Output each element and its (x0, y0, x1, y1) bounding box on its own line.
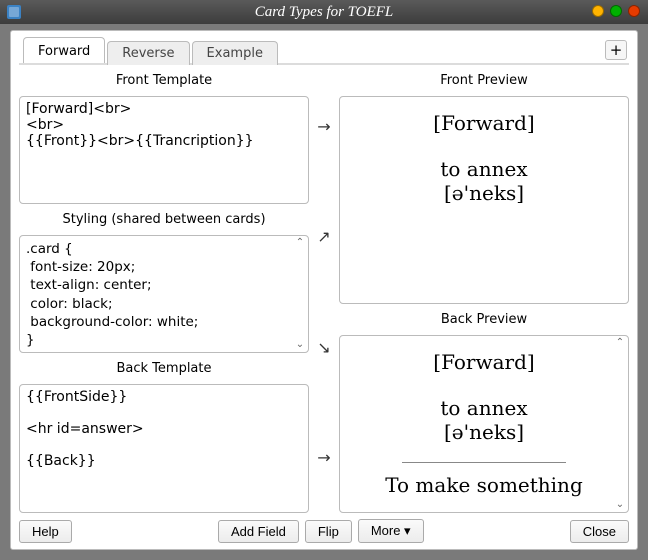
app-icon (6, 4, 22, 20)
close-button[interactable]: Close (570, 520, 629, 543)
front-preview-ipa: [ə'neks] (348, 181, 620, 205)
front-template-label: Front Template (19, 71, 309, 90)
more-button[interactable]: More ▾ (358, 519, 424, 543)
flip-button[interactable]: Flip (305, 520, 352, 543)
front-preview-pane: [Forward] to annex [ə'neks] (339, 96, 629, 304)
styling-textarea[interactable] (20, 236, 308, 352)
window-controls (592, 5, 640, 17)
arrow-styling-up: ↗ (317, 227, 330, 246)
window-minimize-button[interactable] (592, 5, 604, 17)
styling-field[interactable]: ⌃ ⌄ (19, 235, 309, 353)
window-titlebar: Card Types for TOEFL (0, 0, 648, 24)
back-preview-ipa: [ə'neks] (348, 420, 620, 444)
back-preview-word: to annex (348, 396, 620, 420)
back-template-textarea[interactable] (20, 385, 308, 512)
back-template-field[interactable] (19, 384, 309, 513)
card-type-tabs: Forward Reverse Example + (19, 39, 629, 65)
back-template-label: Back Template (19, 359, 309, 378)
front-template-textarea[interactable] (20, 97, 308, 203)
styling-scrollbar[interactable]: ⌃ ⌄ (294, 238, 306, 350)
dialog-body: Forward Reverse Example + Front Template… (10, 30, 638, 550)
window-close-button[interactable] (628, 5, 640, 17)
front-preview-label: Front Preview (339, 71, 629, 90)
window-maximize-button[interactable] (610, 5, 622, 17)
button-bar: Help Add Field Flip More ▾ Close (19, 513, 629, 543)
back-preview-scrollbar[interactable]: ⌃ ⌄ (614, 338, 626, 510)
scroll-up-icon[interactable]: ⌃ (616, 338, 624, 348)
front-preview-tag: [Forward] (348, 111, 620, 135)
add-field-button[interactable]: Add Field (218, 520, 299, 543)
tab-example[interactable]: Example (192, 41, 278, 65)
front-preview-word: to annex (348, 157, 620, 181)
back-preview-label: Back Preview (339, 310, 629, 329)
back-preview-answer: To make something (348, 473, 620, 497)
arrow-front: → (317, 117, 330, 136)
front-template-field[interactable] (19, 96, 309, 204)
help-button[interactable]: Help (19, 520, 72, 543)
template-arrows: → ↗ ↘ → (315, 71, 333, 513)
scroll-down-icon[interactable]: ⌄ (616, 500, 624, 510)
tab-reverse[interactable]: Reverse (107, 41, 189, 65)
window-title: Card Types for TOEFL (255, 4, 394, 21)
arrow-back: → (317, 448, 330, 467)
add-card-type-button[interactable]: + (605, 40, 627, 60)
arrow-styling-down: ↘ (317, 338, 330, 357)
back-preview-pane: [Forward] to annex [ə'neks] To make some… (339, 335, 629, 513)
tab-forward[interactable]: Forward (23, 37, 105, 63)
answer-divider (402, 462, 565, 463)
scroll-up-icon[interactable]: ⌃ (296, 238, 304, 248)
back-preview-tag: [Forward] (348, 350, 620, 374)
styling-label: Styling (shared between cards) (19, 210, 309, 229)
scroll-down-icon[interactable]: ⌄ (296, 340, 304, 350)
